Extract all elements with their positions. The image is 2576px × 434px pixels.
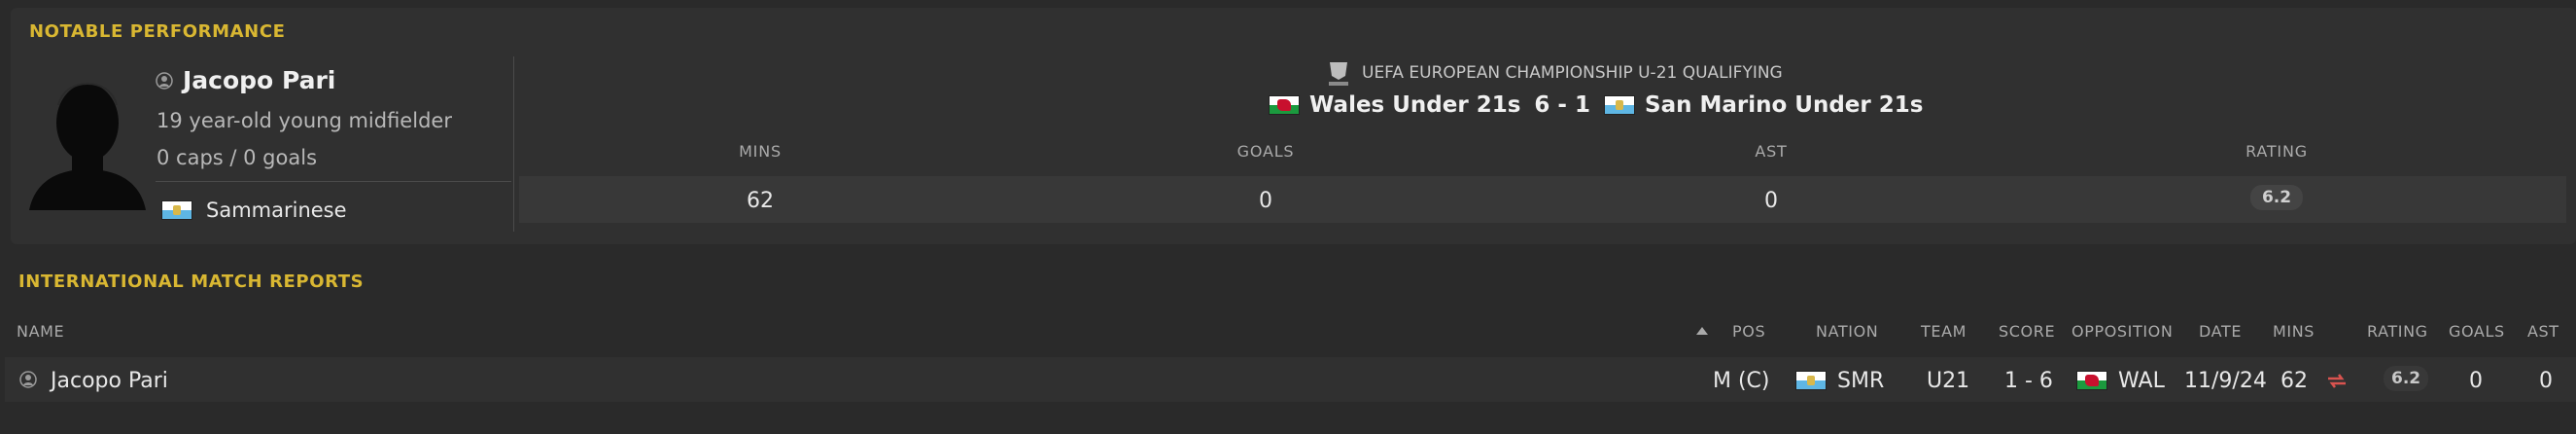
wales-flag-icon xyxy=(2076,371,2107,390)
row-date: 11/9/24 xyxy=(2184,369,2267,393)
stat-value-ast: 0 xyxy=(1764,189,1778,213)
player-description: 19 year-old young midfielder xyxy=(157,109,452,132)
player-caps: 0 caps / 0 goals xyxy=(157,146,318,169)
player-name[interactable]: Jacopo Pari xyxy=(183,66,335,94)
match-reports-title: INTERNATIONAL MATCH REPORTS xyxy=(18,271,365,292)
col-header-ast[interactable]: AST xyxy=(2527,322,2559,341)
row-player-name[interactable]: Jacopo Pari xyxy=(51,369,168,393)
row-opposition[interactable]: WAL xyxy=(2118,369,2165,393)
match-row[interactable]: Wales Under 21s 6 - 1 San Marino Under 2… xyxy=(1269,92,1923,118)
uefa-logo-icon xyxy=(1329,62,1348,86)
san-marino-flag-icon xyxy=(1604,95,1635,115)
row-score[interactable]: 1 - 6 xyxy=(2004,369,2053,393)
col-header-date[interactable]: DATE xyxy=(2199,322,2242,341)
san-marino-flag-icon xyxy=(1795,371,1827,390)
col-header-team[interactable]: TEAM xyxy=(1921,322,1967,341)
stat-value-goals: 0 xyxy=(1259,189,1272,213)
player-name-row: Jacopo Pari xyxy=(156,66,335,94)
col-header-mins[interactable]: MINS xyxy=(2273,322,2315,341)
nationality-label[interactable]: Sammarinese xyxy=(206,199,347,222)
stat-header-rating: RATING xyxy=(2245,142,2308,161)
row-team[interactable]: U21 xyxy=(1927,369,1969,393)
nationality-row: Sammarinese xyxy=(161,199,347,222)
divider xyxy=(156,181,511,182)
stat-value-mins: 62 xyxy=(747,189,774,213)
stat-header-mins: MINS xyxy=(739,142,782,161)
col-header-opposition[interactable]: OPPOSITION xyxy=(2071,322,2173,341)
stat-header-ast: AST xyxy=(1755,142,1788,161)
sort-ascending-icon[interactable] xyxy=(1696,327,1708,335)
col-header-score[interactable]: SCORE xyxy=(1999,322,2055,341)
col-header-goals[interactable]: GOALS xyxy=(2449,322,2505,341)
match-score[interactable]: 6 - 1 xyxy=(1534,92,1590,118)
row-goals: 0 xyxy=(2469,369,2483,393)
col-header-pos[interactable]: POS xyxy=(1732,322,1765,341)
san-marino-flag-icon xyxy=(161,200,192,220)
col-header-nation[interactable]: NATION xyxy=(1816,322,1878,341)
stat-header-goals: GOALS xyxy=(1236,142,1295,161)
person-icon xyxy=(156,71,173,90)
col-header-rating[interactable]: RATING xyxy=(2367,322,2428,341)
row-ast: 0 xyxy=(2539,369,2553,393)
away-team[interactable]: San Marino Under 21s xyxy=(1645,92,1923,118)
competition-name[interactable]: UEFA EUROPEAN CHAMPIONSHIP U-21 QUALIFYI… xyxy=(1362,63,1783,83)
row-pos: M (C) xyxy=(1713,369,1770,393)
player-silhouette xyxy=(29,82,146,210)
row-rating: 6.2 xyxy=(2384,366,2429,391)
home-team[interactable]: Wales Under 21s xyxy=(1309,92,1520,118)
wales-flag-icon xyxy=(1269,95,1300,115)
notable-performance-title: NOTABLE PERFORMANCE xyxy=(29,21,286,42)
row-mins: 62 xyxy=(2280,369,2308,393)
col-header-name[interactable]: NAME xyxy=(17,322,64,341)
competition-row: UEFA EUROPEAN CHAMPIONSHIP U-21 QUALIFYI… xyxy=(1327,58,1783,88)
row-nation[interactable]: SMR xyxy=(1837,369,1884,393)
substitution-icon xyxy=(2328,374,2346,388)
stat-value-rating: 6.2 xyxy=(2249,185,2304,210)
vertical-divider xyxy=(513,56,514,232)
person-icon xyxy=(19,371,37,388)
